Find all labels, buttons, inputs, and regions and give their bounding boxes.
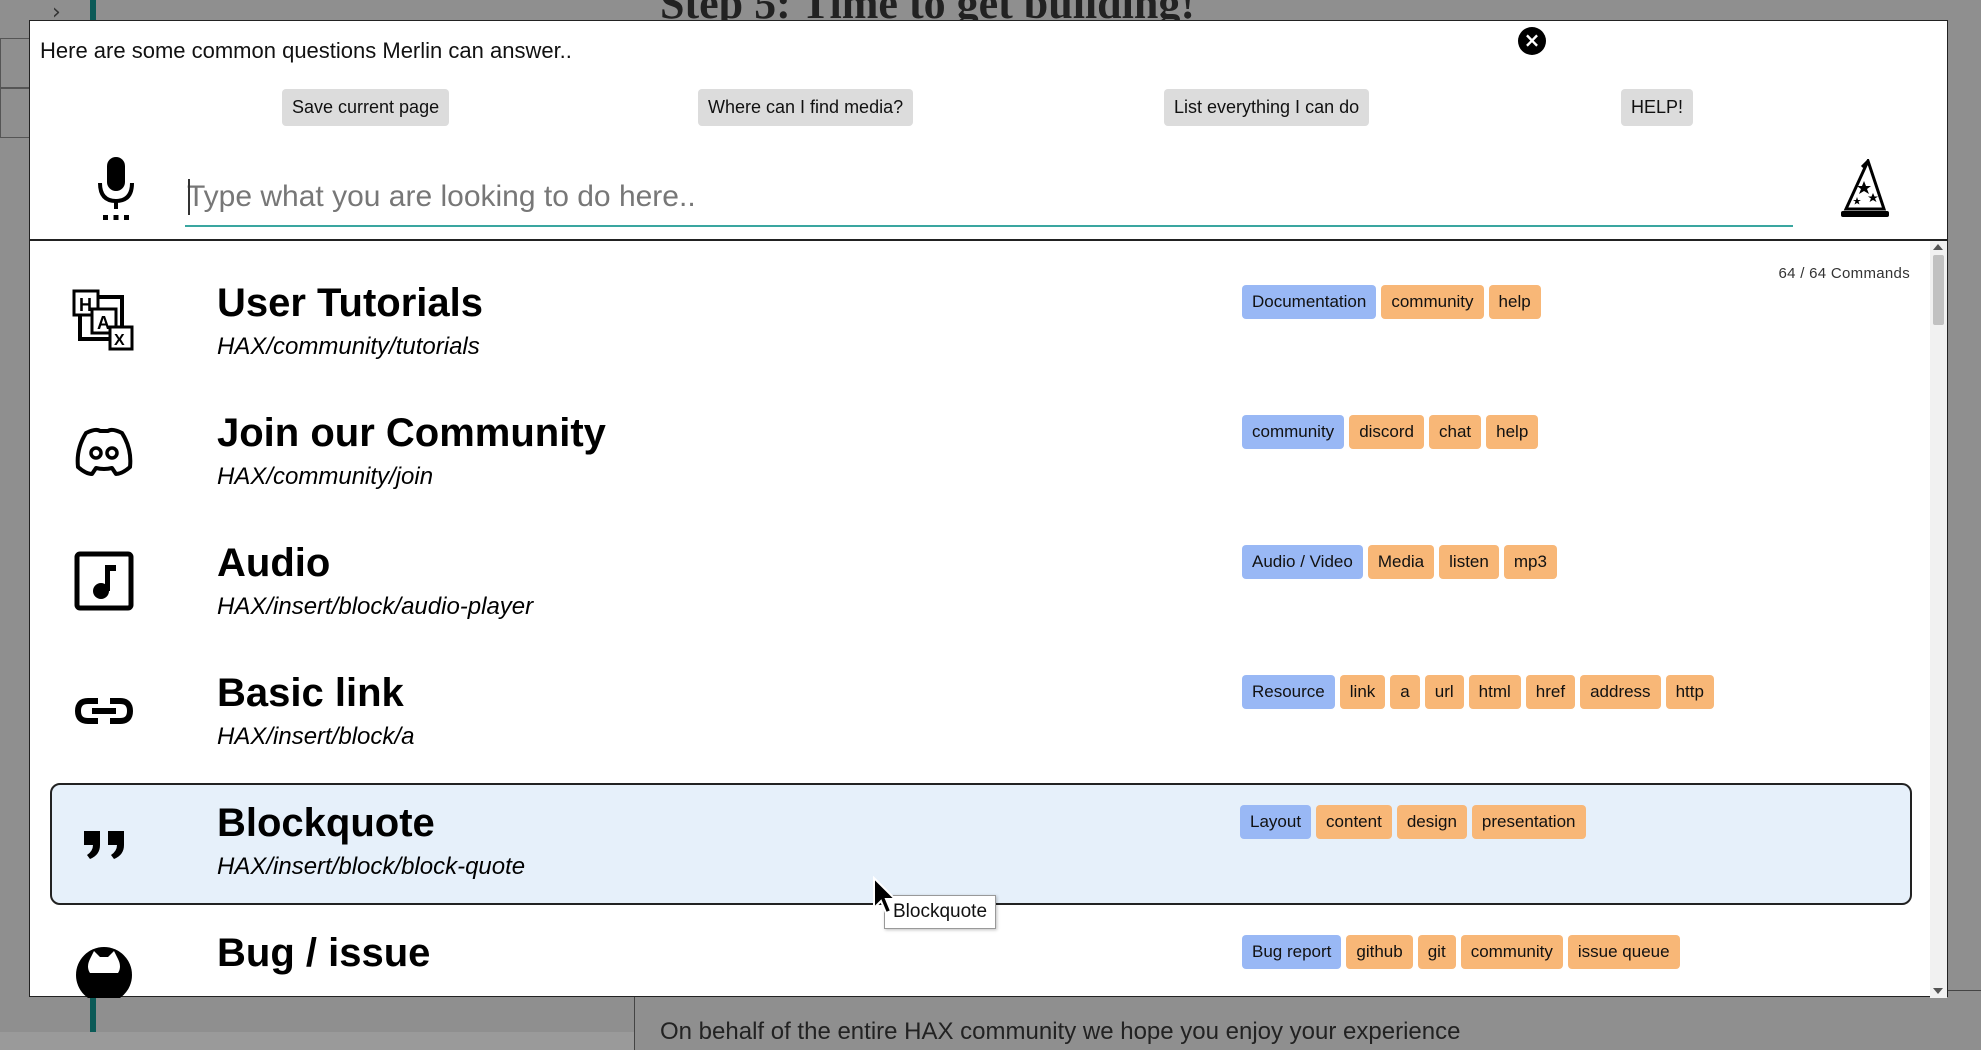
command-title: Blockquote xyxy=(217,801,435,845)
tag[interactable]: Layout xyxy=(1240,805,1312,839)
command-item-audio[interactable]: Audio HAX/insert/block/audio-player Audi… xyxy=(50,523,1912,645)
tag[interactable]: address xyxy=(1580,675,1661,709)
scroll-up-arrow-icon[interactable] xyxy=(1933,244,1943,250)
tag[interactable]: discord xyxy=(1349,415,1424,449)
command-title: Bug / issue xyxy=(217,931,431,975)
tag[interactable]: Audio / Video xyxy=(1242,545,1363,579)
tag[interactable]: community xyxy=(1242,415,1345,449)
tag[interactable]: git xyxy=(1417,935,1456,969)
search-input[interactable] xyxy=(185,169,1793,227)
close-icon: × xyxy=(1523,28,1541,52)
text-caret xyxy=(188,179,190,215)
svg-text:A: A xyxy=(97,313,110,333)
command-path: HAX/insert/block/block-quote xyxy=(217,853,526,880)
music-note-icon xyxy=(74,551,134,611)
tag[interactable]: Documentation xyxy=(1242,285,1377,319)
svg-text:H: H xyxy=(79,295,92,315)
command-tags: Resource link a url html href address ht… xyxy=(1242,675,1714,709)
command-list-scrollbar[interactable] xyxy=(1930,241,1947,998)
command-title: Basic link xyxy=(217,671,404,715)
command-tags: Layout content design presentation xyxy=(1240,805,1586,839)
tag[interactable]: presentation xyxy=(1471,805,1586,839)
tag[interactable]: Media xyxy=(1367,545,1435,579)
command-item-user-tutorials[interactable]: H A X User Tutorials HAX/community/tutor… xyxy=(50,263,1912,385)
command-tags: Documentation community help xyxy=(1242,285,1541,319)
command-title: Join our Community xyxy=(217,411,606,455)
command-title: Audio xyxy=(217,541,331,585)
scroll-down-arrow-icon[interactable] xyxy=(1933,988,1943,994)
tag[interactable]: a xyxy=(1390,675,1420,709)
command-tags: Bug report github git community issue qu… xyxy=(1242,935,1680,969)
dialog-intro-text: Here are some common questions Merlin ca… xyxy=(40,38,572,63)
command-tags: community discord chat help xyxy=(1242,415,1539,449)
tag[interactable]: issue queue xyxy=(1567,935,1680,969)
command-path: HAX/community/tutorials xyxy=(217,333,480,360)
command-item-blockquote[interactable]: Blockquote HAX/insert/block/block-quote … xyxy=(50,783,1912,905)
merlin-dialog: Here are some common questions Merlin ca… xyxy=(29,20,1948,998)
quote-icon xyxy=(84,831,124,859)
github-icon xyxy=(76,947,132,998)
tag[interactable]: html xyxy=(1468,675,1521,709)
discord-icon xyxy=(75,427,133,476)
tooltip: Blockquote xyxy=(884,895,997,929)
svg-text:X: X xyxy=(114,332,125,349)
tag[interactable]: href xyxy=(1525,675,1576,709)
tag[interactable]: Resource xyxy=(1242,675,1335,709)
suggestion-save-current-page[interactable]: Save current page xyxy=(282,89,450,126)
command-tags: Audio / Video Media listen mp3 xyxy=(1242,545,1557,579)
hax-logo-icon: H A X xyxy=(72,289,134,351)
link-icon xyxy=(74,698,134,724)
tag[interactable]: community xyxy=(1460,935,1563,969)
tag[interactable]: help xyxy=(1488,285,1541,319)
background-footer-text: On behalf of the entire HAX community we… xyxy=(660,1018,1461,1045)
command-item-join-community[interactable]: Join our Community HAX/community/join co… xyxy=(50,393,1912,515)
tag[interactable]: design xyxy=(1396,805,1467,839)
tag[interactable]: help xyxy=(1486,415,1539,449)
tag[interactable]: mp3 xyxy=(1503,545,1557,579)
command-path: HAX/insert/block/audio-player xyxy=(217,593,534,620)
tag[interactable]: http xyxy=(1665,675,1714,709)
suggestion-help[interactable]: HELP! xyxy=(1621,89,1694,126)
tag[interactable]: content xyxy=(1316,805,1392,839)
close-button[interactable]: × xyxy=(1518,27,1546,55)
wizard-hat-icon[interactable] xyxy=(1840,159,1890,221)
microphone-icon[interactable] xyxy=(92,157,140,221)
command-path: HAX/community/join xyxy=(217,463,434,490)
mouse-cursor-icon xyxy=(873,876,898,915)
tag[interactable]: Bug report xyxy=(1242,935,1342,969)
tag[interactable]: chat xyxy=(1429,415,1482,449)
command-item-basic-link[interactable]: Basic link HAX/insert/block/a Resource l… xyxy=(50,653,1912,775)
tag[interactable]: link xyxy=(1339,675,1386,709)
tag[interactable]: url xyxy=(1424,675,1464,709)
command-list: 64 / 64 Commands H A X User Tutorials HA… xyxy=(30,241,1930,998)
command-path: HAX/insert/block/a xyxy=(217,723,415,750)
tag[interactable]: community xyxy=(1381,285,1484,319)
tag[interactable]: github xyxy=(1346,935,1413,969)
dialog-header: Here are some common questions Merlin ca… xyxy=(30,21,1947,241)
suggestion-list-everything[interactable]: List everything I can do xyxy=(1164,89,1370,126)
tag[interactable]: listen xyxy=(1439,545,1499,579)
suggestion-find-media[interactable]: Where can I find media? xyxy=(698,89,914,126)
command-title: User Tutorials xyxy=(217,281,483,325)
scroll-thumb[interactable] xyxy=(1933,255,1944,325)
